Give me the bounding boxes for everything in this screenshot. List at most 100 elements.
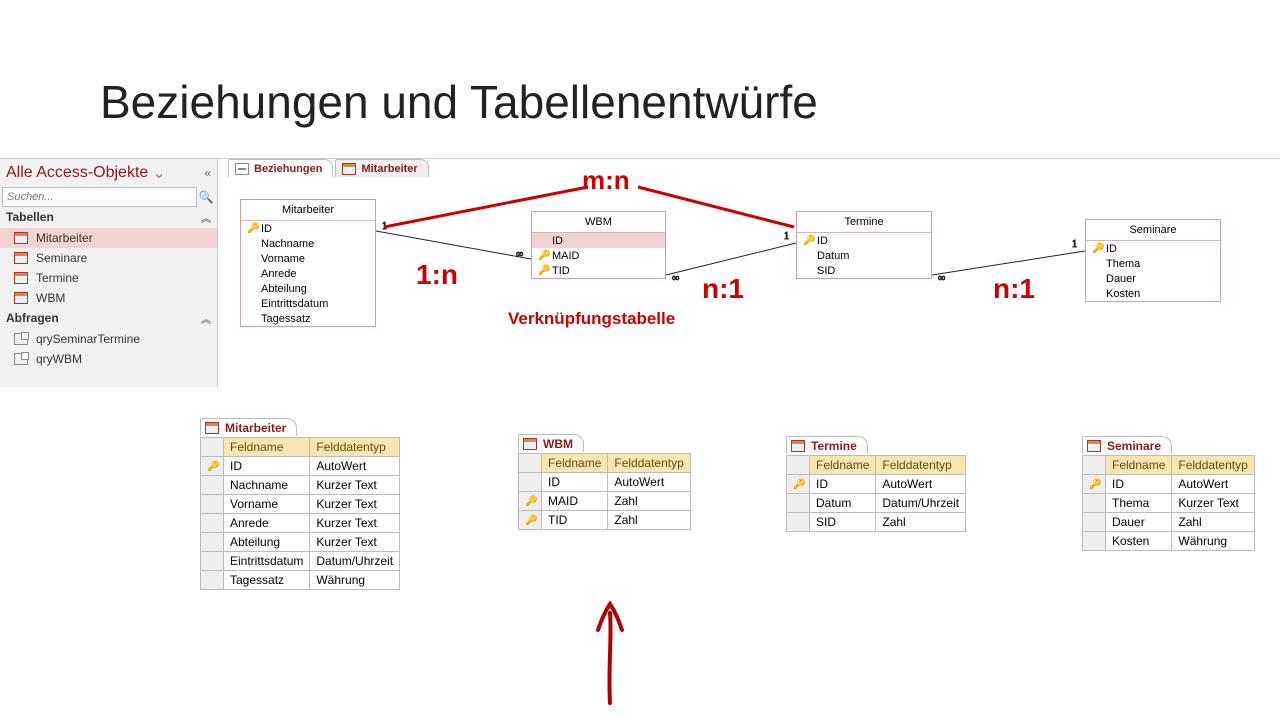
design-grid[interactable]: FeldnameFelddatentyp🔑IDAutoWertDatumDatu… [786, 455, 966, 532]
annotation-n1: n:1 [702, 273, 744, 305]
entity-field[interactable]: Vorname [241, 251, 375, 266]
nav-item-wbm[interactable]: WBM [0, 288, 217, 308]
design-tab[interactable]: Mitarbeiter [200, 418, 297, 436]
design-seminare: Seminare FeldnameFelddatentyp🔑IDAutoWert… [1082, 436, 1255, 551]
table-row[interactable]: IDAutoWert [519, 473, 691, 492]
table-row[interactable]: 🔑MAIDZahl [519, 492, 691, 511]
entity-field[interactable]: Kosten [1086, 286, 1220, 301]
entity-field[interactable]: 🔑MAID [532, 248, 665, 263]
key-icon: 🔑 [525, 515, 535, 526]
table-row[interactable]: 🔑IDAutoWert [201, 457, 400, 476]
design-wbm: WBM FeldnameFelddatentypIDAutoWert🔑MAIDZ… [518, 434, 691, 530]
design-grid[interactable]: FeldnameFelddatentypIDAutoWert🔑MAIDZahl🔑… [518, 453, 691, 530]
tab-mitarbeiter[interactable]: Mitarbeiter [335, 159, 428, 177]
entity-title: Seminare [1086, 220, 1220, 241]
dropdown-icon[interactable]: ⌄ [152, 163, 165, 183]
annotation-n1-b: n:1 [993, 273, 1035, 305]
nav-group-label: Tabellen [6, 210, 54, 225]
entity-seminare[interactable]: Seminare 🔑ID Thema Dauer Kosten [1085, 219, 1221, 302]
entity-field[interactable]: Eintrittsdatum [241, 296, 375, 311]
svg-text:∞: ∞ [938, 273, 945, 284]
design-grid[interactable]: FeldnameFelddatentyp🔑IDAutoWertNachnameK… [200, 437, 400, 590]
table-row[interactable]: DauerZahl [1083, 513, 1255, 532]
entity-field[interactable]: 🔑ID [797, 233, 931, 248]
collapse-icon[interactable]: « [204, 166, 211, 180]
design-tab[interactable]: Termine [786, 436, 868, 454]
chevron-up-icon: ︽ [201, 311, 211, 326]
nav-item-termine[interactable]: Termine [0, 268, 217, 288]
entity-field[interactable]: Nachname [241, 236, 375, 251]
entity-field[interactable]: Thema [1086, 256, 1220, 271]
nav-group-queries[interactable]: Abfragen ︽ [0, 308, 217, 329]
search-input[interactable] [2, 187, 197, 207]
key-icon: 🔑 [207, 461, 217, 472]
design-tab[interactable]: WBM [518, 434, 584, 452]
entity-field[interactable]: ID [532, 233, 665, 248]
nav-header[interactable]: Alle Access-Objekte ⌄ « [0, 159, 217, 187]
tab-label: Beziehungen [254, 163, 322, 175]
entity-title: Termine [797, 212, 931, 233]
nav-header-label: Alle Access-Objekte [6, 164, 148, 182]
entity-field[interactable]: 🔑ID [241, 221, 375, 236]
nav-group-tables[interactable]: Tabellen ︽ [0, 207, 217, 228]
annotation-mn: m:n [582, 165, 630, 196]
entity-field[interactable]: Abteilung [241, 281, 375, 296]
table-icon [205, 422, 219, 434]
svg-text:1: 1 [1072, 239, 1077, 250]
table-row[interactable]: DatumDatum/Uhrzeit [787, 494, 966, 513]
table-row[interactable]: VornameKurzer Text [201, 495, 400, 514]
key-icon: 🔑 [247, 223, 257, 234]
entity-field[interactable]: SID [797, 263, 931, 278]
nav-item-label: Termine [36, 271, 79, 285]
access-panel: Alle Access-Objekte ⌄ « 🔍 Tabellen ︽ Mit… [0, 158, 1280, 386]
table-row[interactable]: 🔑TIDZahl [519, 511, 691, 530]
table-row[interactable]: 🔑IDAutoWert [1083, 475, 1255, 494]
design-grid[interactable]: FeldnameFelddatentyp🔑IDAutoWertThemaKurz… [1082, 455, 1255, 551]
entity-field[interactable]: Anrede [241, 266, 375, 281]
svg-text:∞: ∞ [672, 273, 679, 284]
key-icon: 🔑 [538, 265, 548, 276]
key-icon: 🔑 [538, 250, 548, 261]
nav-group-label: Abfragen [6, 311, 59, 326]
page-title: Beziehungen und Tabellenentwürfe [100, 75, 818, 129]
nav-item-seminare[interactable]: Seminare [0, 248, 217, 268]
table-icon [1087, 440, 1101, 452]
entity-title: WBM [532, 212, 665, 233]
document-tabs: Beziehungen Mitarbeiter [228, 159, 429, 177]
entity-field[interactable]: Datum [797, 248, 931, 263]
table-row[interactable]: TagessatzWährung [201, 571, 400, 590]
table-row[interactable]: KostenWährung [1083, 532, 1255, 551]
entity-field[interactable]: 🔑TID [532, 263, 665, 278]
entity-mitarbeiter[interactable]: Mitarbeiter 🔑ID Nachname Vorname Anrede … [240, 199, 376, 327]
svg-text:1: 1 [784, 231, 789, 242]
table-row[interactable]: NachnameKurzer Text [201, 476, 400, 495]
entity-wbm[interactable]: WBM ID 🔑MAID 🔑TID [531, 211, 666, 279]
query-icon [14, 333, 28, 345]
chevron-up-icon: ︽ [201, 210, 211, 225]
relationships-canvas[interactable]: 1∞ ∞1 ∞1 Mitarbeiter 🔑ID Nachname Vornam… [228, 181, 1280, 386]
tab-beziehungen[interactable]: Beziehungen [228, 159, 333, 177]
table-row[interactable]: ThemaKurzer Text [1083, 494, 1255, 513]
table-row[interactable]: EintrittsdatumDatum/Uhrzeit [201, 552, 400, 571]
nav-item-qrywbm[interactable]: qryWBM [0, 349, 217, 369]
entity-title: Mitarbeiter [241, 200, 375, 221]
design-tab[interactable]: Seminare [1082, 436, 1172, 454]
table-icon [342, 163, 356, 175]
table-row[interactable]: SIDZahl [787, 513, 966, 532]
entity-field[interactable]: 🔑ID [1086, 241, 1220, 256]
table-row[interactable]: 🔑IDAutoWert [787, 475, 966, 494]
entity-field[interactable]: Dauer [1086, 271, 1220, 286]
entity-termine[interactable]: Termine 🔑ID Datum SID [796, 211, 932, 279]
search-icon[interactable]: 🔍 [197, 190, 215, 204]
nav-item-mitarbeiter[interactable]: Mitarbeiter [0, 228, 217, 248]
entity-field[interactable]: Tagessatz [241, 311, 375, 326]
table-icon [14, 272, 28, 284]
table-row[interactable]: AnredeKurzer Text [201, 514, 400, 533]
table-icon [791, 440, 805, 452]
table-row[interactable]: AbteilungKurzer Text [201, 533, 400, 552]
nav-item-label: qryWBM [36, 352, 82, 366]
key-icon: 🔑 [793, 479, 803, 490]
nav-item-label: WBM [36, 291, 65, 305]
nav-item-qryseminartermine[interactable]: qrySeminarTermine [0, 329, 217, 349]
table-icon [14, 232, 28, 244]
